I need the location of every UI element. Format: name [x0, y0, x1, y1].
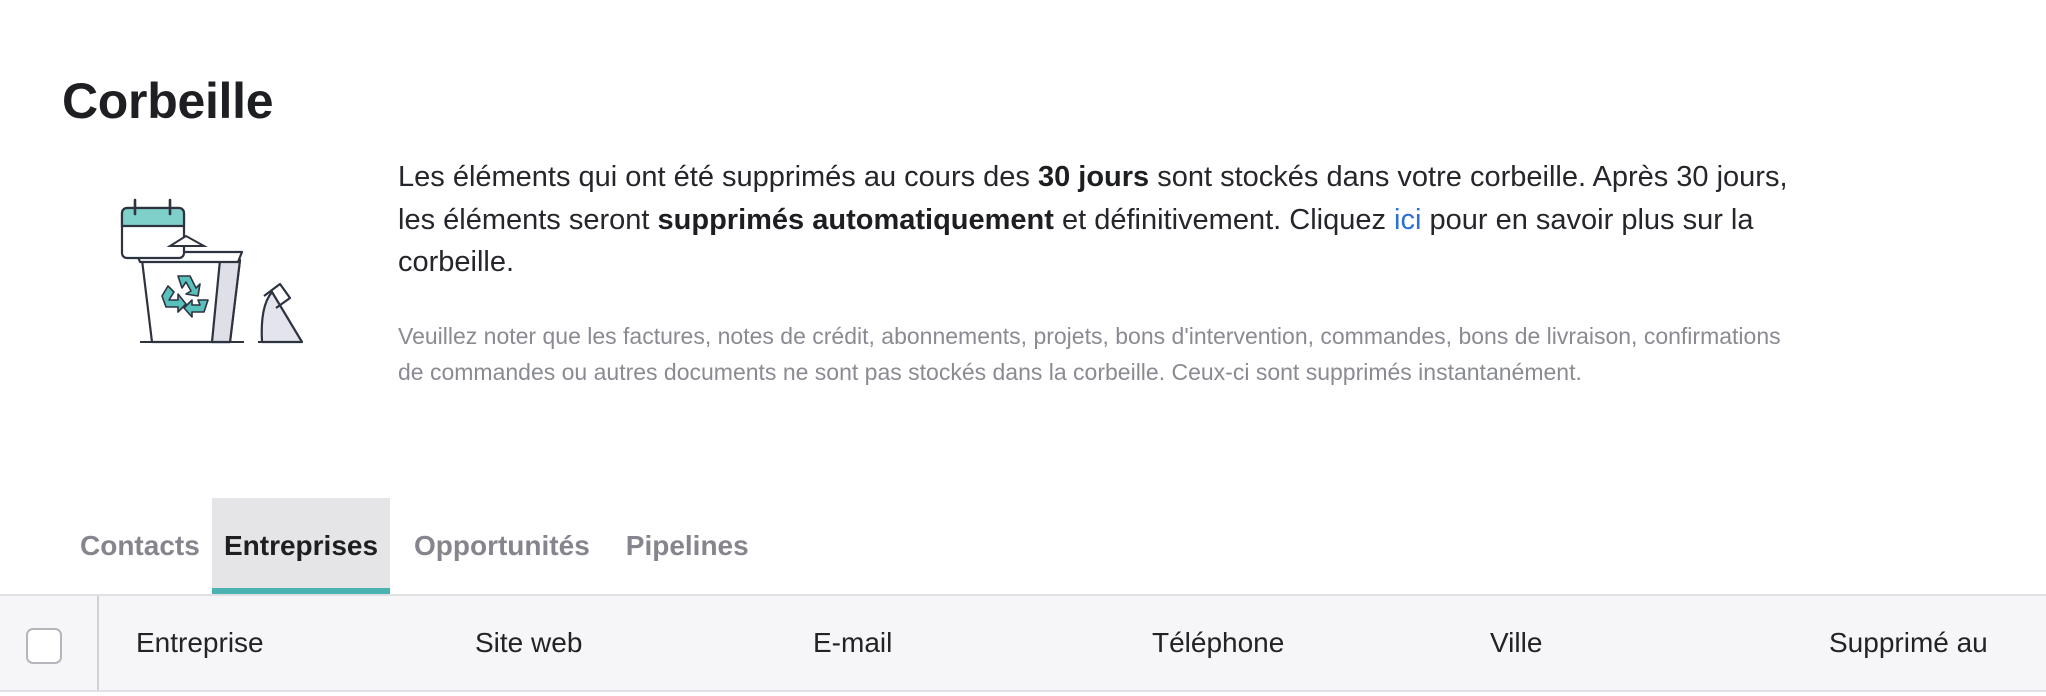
trash-page: Corbeille Les éléments qui ont été suppr…: [0, 0, 2046, 696]
column-header-site-web[interactable]: Site web: [475, 596, 582, 690]
tab-pipelines[interactable]: Pipelines: [614, 498, 761, 594]
intro-text-3: et définitivement. Cliquez: [1053, 203, 1395, 236]
column-header-entreprise[interactable]: Entreprise: [136, 596, 264, 690]
column-header-ville[interactable]: Ville: [1490, 596, 1542, 690]
table-header: Entreprise Site web E-mail Téléphone Vil…: [0, 594, 2046, 692]
select-all-cell: [0, 596, 99, 690]
trash-bin-recycle-icon: [112, 196, 312, 356]
learn-more-link[interactable]: ici: [1394, 204, 1421, 236]
intro-bold-auto-delete: supprimés automatiquement: [657, 203, 1054, 236]
column-header-telephone[interactable]: Téléphone: [1152, 596, 1284, 690]
tab-contacts[interactable]: Contacts: [80, 498, 200, 594]
column-header-supprime-au[interactable]: Supprimé au: [1829, 596, 1988, 690]
tab-bar: Contacts Entreprises Opportunités Pipeli…: [62, 498, 761, 594]
tab-opportunites[interactable]: Opportunités: [402, 498, 602, 594]
trash-description: Les éléments qui ont été supprimés au co…: [398, 156, 1798, 284]
select-all-checkbox[interactable]: [26, 628, 62, 664]
page-title: Corbeille: [62, 73, 274, 129]
intro-bold-days: 30 jours: [1037, 161, 1150, 193]
trash-note: Veuillez noter que les factures, notes d…: [398, 323, 1781, 385]
intro-text-1: Les éléments qui ont été supprimés au co…: [398, 161, 1038, 193]
tab-entreprises[interactable]: Entreprises: [212, 498, 390, 594]
column-header-email[interactable]: E-mail: [813, 596, 892, 690]
